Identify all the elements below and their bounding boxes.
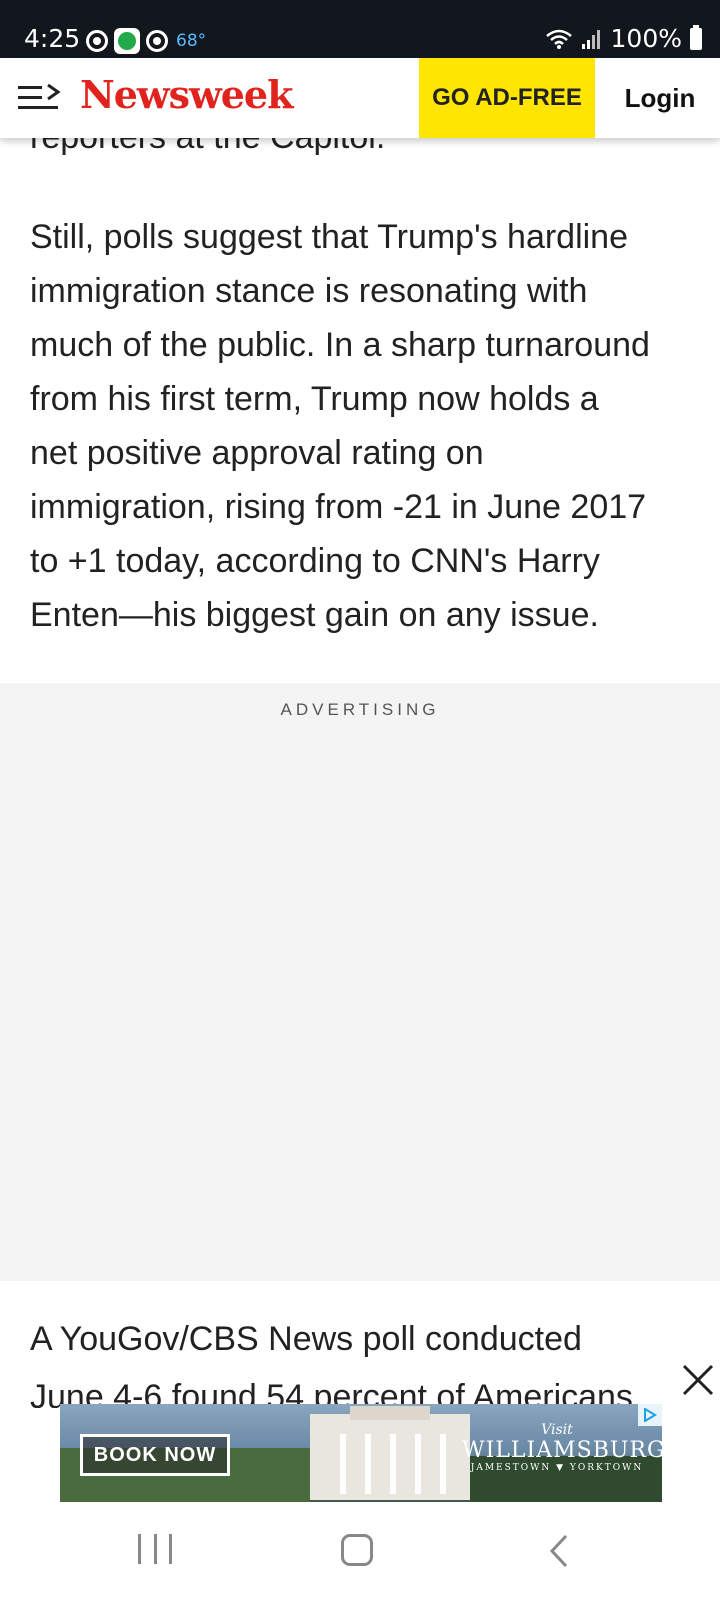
- menu-icon[interactable]: [18, 82, 64, 114]
- paragraph-line: immigration, rising from -21 in June 201…: [30, 488, 647, 526]
- paragraph-line: much of the public. In a sharp turnaroun…: [30, 326, 650, 364]
- banner-williamsburg: WILLIAMSBURG: [462, 1438, 662, 1463]
- adchoices-icon[interactable]: [638, 1404, 662, 1426]
- newsweek-logo[interactable]: Newsweek: [80, 72, 293, 117]
- paragraph-line: to +1 today, according to CNN's Harry: [30, 542, 600, 580]
- paragraph-line: from his first term, Trump now holds a: [30, 380, 599, 418]
- advertising-label: ADVERTISING: [280, 700, 440, 719]
- green-app-icon: [114, 28, 140, 54]
- paragraph-line: immigration stance is resonating with: [30, 272, 588, 310]
- wifi-icon: [545, 29, 572, 49]
- login-button[interactable]: Login: [600, 58, 720, 138]
- banner-building-image: [310, 1406, 470, 1500]
- site-header: Newsweek GO AD-FREE Login: [0, 58, 720, 138]
- battery-icon: [690, 24, 702, 50]
- back-icon[interactable]: [548, 1534, 570, 1568]
- temperature: 68°: [176, 31, 207, 51]
- next-paragraph-line: A YouGov/CBS News poll conducted: [30, 1320, 582, 1358]
- banner-sub: JAMESTOWN ▼ YORKTOWN: [470, 1463, 644, 1473]
- close-ad-icon[interactable]: [676, 1358, 720, 1402]
- status-time: 4:25: [24, 24, 81, 53]
- banner-brand: Visit WILLIAMSBURG JAMESTOWN ▼ YORKTOWN: [462, 1422, 662, 1473]
- article-paragraph: Still, polls suggest that Trump's hardli…: [30, 210, 702, 642]
- shield-icon: [86, 30, 108, 52]
- signal-icon: [581, 29, 600, 49]
- paragraph-line: net positive approval rating on: [30, 434, 484, 472]
- banner-visit: Visit: [541, 1422, 573, 1438]
- home-icon[interactable]: [341, 1534, 373, 1566]
- status-icons-right: 100%: [545, 24, 702, 53]
- target-icon: [146, 30, 168, 52]
- advertising-slot[interactable]: [0, 683, 720, 1281]
- status-bar: 4:25 68° 100%: [0, 0, 720, 58]
- battery-text: 100%: [610, 24, 682, 53]
- paragraph-line: Still, polls suggest that Trump's hardli…: [30, 218, 629, 256]
- paragraph-line: Enten—his biggest gain on any issue.: [30, 596, 599, 634]
- status-icons-left: 68°: [86, 28, 206, 54]
- go-ad-free-button[interactable]: GO AD-FREE: [419, 58, 595, 138]
- recents-icon[interactable]: [138, 1534, 172, 1568]
- book-now-button[interactable]: BOOK NOW: [80, 1434, 230, 1476]
- banner-ad[interactable]: BOOK NOW Visit WILLIAMSBURG JAMESTOWN ▼ …: [60, 1404, 662, 1502]
- navigation-bar: [0, 1506, 720, 1600]
